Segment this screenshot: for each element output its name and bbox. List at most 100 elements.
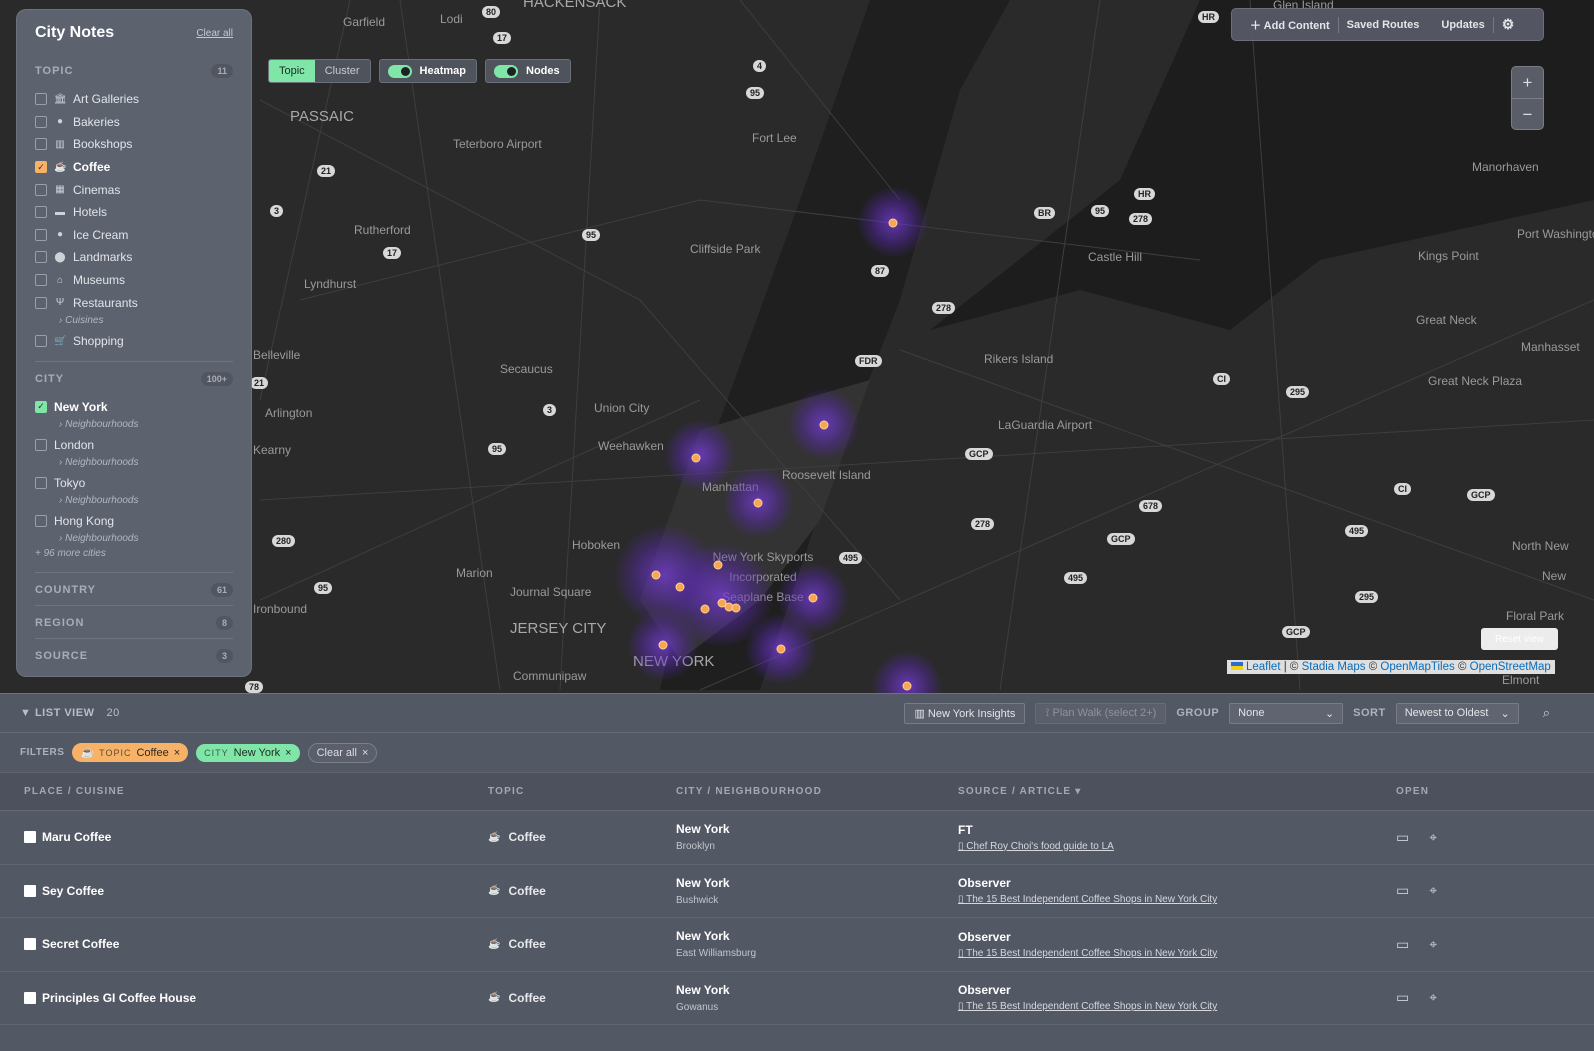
leaflet-link[interactable]: Leaflet [1246, 661, 1281, 673]
column-header-place[interactable]: PLACE / CUISINE [0, 786, 488, 797]
map-node[interactable] [888, 218, 898, 228]
more-cities-link[interactable]: + 96 more cities [35, 548, 233, 564]
reset-view-button[interactable]: Reset view [1481, 628, 1558, 650]
openstreetmap-link[interactable]: OpenStreetMap [1470, 661, 1551, 673]
open-panel-icon[interactable]: ▭ [1396, 882, 1409, 899]
topic-item[interactable]: 🛒 Shopping [35, 330, 233, 353]
region-section-header[interactable]: REGION [35, 617, 84, 629]
place-name[interactable]: Sey Coffee [42, 884, 104, 898]
checkbox[interactable] [35, 93, 47, 106]
city-item[interactable]: ✓ New York [35, 396, 233, 418]
topic-item[interactable]: Ψ Restaurants [35, 291, 233, 314]
column-header-topic[interactable]: TOPIC [488, 786, 676, 797]
checkbox[interactable] [35, 183, 47, 196]
settings-gear-icon[interactable]: ⚙ [1494, 16, 1523, 33]
neighbourhoods-link[interactable]: › Neighbourhoods [35, 418, 233, 434]
open-panel-icon[interactable]: ▭ [1396, 829, 1409, 846]
checkbox[interactable] [35, 228, 47, 241]
neighbourhoods-link[interactable]: › Neighbourhoods [35, 494, 233, 510]
map-node[interactable] [700, 604, 710, 614]
map-node[interactable] [675, 582, 685, 592]
city-item[interactable]: London [35, 434, 233, 456]
map-node[interactable] [753, 498, 763, 508]
checkbox[interactable] [35, 115, 47, 128]
checkbox[interactable] [35, 138, 47, 151]
map-node[interactable] [808, 593, 818, 603]
article-link[interactable]: The 15 Best Independent Coffee Shops in … [966, 1001, 1217, 1012]
checkbox[interactable]: ✓ [35, 161, 47, 174]
article-link[interactable]: The 15 Best Independent Coffee Shops in … [966, 948, 1217, 959]
neighbourhoods-link[interactable]: › Neighbourhoods [35, 532, 233, 548]
topic-item[interactable]: 🏛 Art Galleries [35, 88, 233, 111]
clear-all-link[interactable]: Clear all [196, 28, 233, 39]
checkbox[interactable] [35, 438, 47, 451]
city-item[interactable]: Hong Kong [35, 510, 233, 532]
map-node[interactable] [731, 603, 741, 613]
checkbox[interactable] [35, 206, 47, 219]
topic-item[interactable]: ▥ Bookshops [35, 133, 233, 156]
heatmap-toggle[interactable]: Heatmap [378, 59, 477, 83]
checkbox[interactable]: ✓ [35, 400, 47, 413]
list-view-toggle[interactable]: ▼ LIST VIEW 20 [20, 707, 120, 719]
source-section-header[interactable]: SOURCE [35, 650, 88, 662]
checkbox[interactable] [35, 335, 47, 348]
map-pin-icon[interactable]: ⌖ [1429, 989, 1437, 1006]
article-link[interactable]: Chef Roy Choi's food guide to LA [966, 841, 1114, 852]
topic-item[interactable]: ⬤ Landmarks [35, 246, 233, 269]
map-node[interactable] [776, 644, 786, 654]
filter-chip-city[interactable]: CITY New York × [196, 743, 300, 762]
table-row[interactable]: Principles GI Coffee House ☕ Coffee New Y… [0, 972, 1594, 1025]
sort-select[interactable]: Newest to Oldest ⌄ [1395, 702, 1519, 724]
map-node[interactable] [819, 420, 829, 430]
topic-item[interactable]: ⌂ Museums [35, 269, 233, 292]
row-checkbox[interactable] [24, 991, 36, 1004]
map-node[interactable] [651, 570, 661, 580]
map-node[interactable] [713, 560, 723, 570]
search-icon[interactable]: ⌕ [1543, 705, 1550, 721]
topic-item[interactable]: ● Bakeries [35, 111, 233, 134]
topic-section-header[interactable]: TOPIC [35, 65, 73, 77]
clear-filters-chip[interactable]: Clear all × [307, 742, 378, 763]
openmaptiles-link[interactable]: OpenMapTiles [1380, 661, 1454, 673]
open-panel-icon[interactable]: ▭ [1396, 936, 1409, 953]
saved-routes-button[interactable]: Saved Routes [1339, 19, 1428, 31]
zoom-in-button[interactable]: + [1512, 67, 1543, 99]
table-row[interactable]: Maru Coffee ☕ Coffee New York Brooklyn FT ▯… [0, 811, 1594, 865]
nodes-toggle[interactable]: Nodes [485, 59, 571, 83]
stadia-link[interactable]: Stadia Maps [1302, 661, 1366, 673]
checkbox[interactable] [35, 476, 47, 489]
remove-icon[interactable]: × [174, 747, 180, 759]
article-link[interactable]: The 15 Best Independent Coffee Shops in … [966, 894, 1217, 905]
cuisines-link[interactable]: › Cuisines [35, 314, 233, 330]
city-section-header[interactable]: CITY [35, 373, 64, 385]
map-pin-icon[interactable]: ⌖ [1429, 936, 1437, 953]
map-node[interactable] [691, 453, 701, 463]
add-content-button[interactable]: ＋ Add Content [1242, 17, 1338, 33]
checkbox[interactable] [35, 251, 47, 264]
topic-item[interactable]: ▦ Cinemas [35, 178, 233, 201]
map-pin-icon[interactable]: ⌖ [1429, 829, 1437, 846]
map-pin-icon[interactable]: ⌖ [1429, 882, 1437, 899]
city-item[interactable]: Tokyo [35, 472, 233, 494]
checkbox[interactable] [35, 274, 47, 287]
checkbox[interactable] [35, 296, 47, 309]
topic-item[interactable]: ✓ ☕ Coffee [35, 156, 233, 179]
topic-item[interactable]: ● Ice Cream [35, 224, 233, 247]
country-section-header[interactable]: COUNTRY [35, 584, 96, 596]
row-checkbox[interactable] [24, 884, 36, 897]
plan-walk-button[interactable]: ⟟ Plan Walk (select 2+) [1035, 702, 1167, 724]
filter-chip-topic[interactable]: ☕ TOPIC Coffee × [72, 743, 189, 762]
neighbourhoods-link[interactable]: › Neighbourhoods [35, 456, 233, 472]
cluster-mode-button[interactable]: Cluster [315, 60, 370, 82]
topic-mode-button[interactable]: Topic [269, 60, 315, 82]
topic-item[interactable]: ▬ Hotels [35, 201, 233, 224]
place-name[interactable]: Principles GI Coffee House [42, 991, 196, 1005]
updates-button[interactable]: Updates [1433, 19, 1492, 31]
table-row[interactable]: Secret Coffee ☕ Coffee New York East Willi… [0, 918, 1594, 972]
open-panel-icon[interactable]: ▭ [1396, 989, 1409, 1006]
row-checkbox[interactable] [24, 938, 36, 951]
column-header-city[interactable]: CITY / NEIGHBOURHOOD [676, 786, 958, 797]
place-name[interactable]: Secret Coffee [42, 937, 119, 951]
zoom-out-button[interactable]: − [1512, 99, 1543, 131]
column-header-source[interactable]: SOURCE / ARTICLE ▾ [958, 786, 1396, 797]
